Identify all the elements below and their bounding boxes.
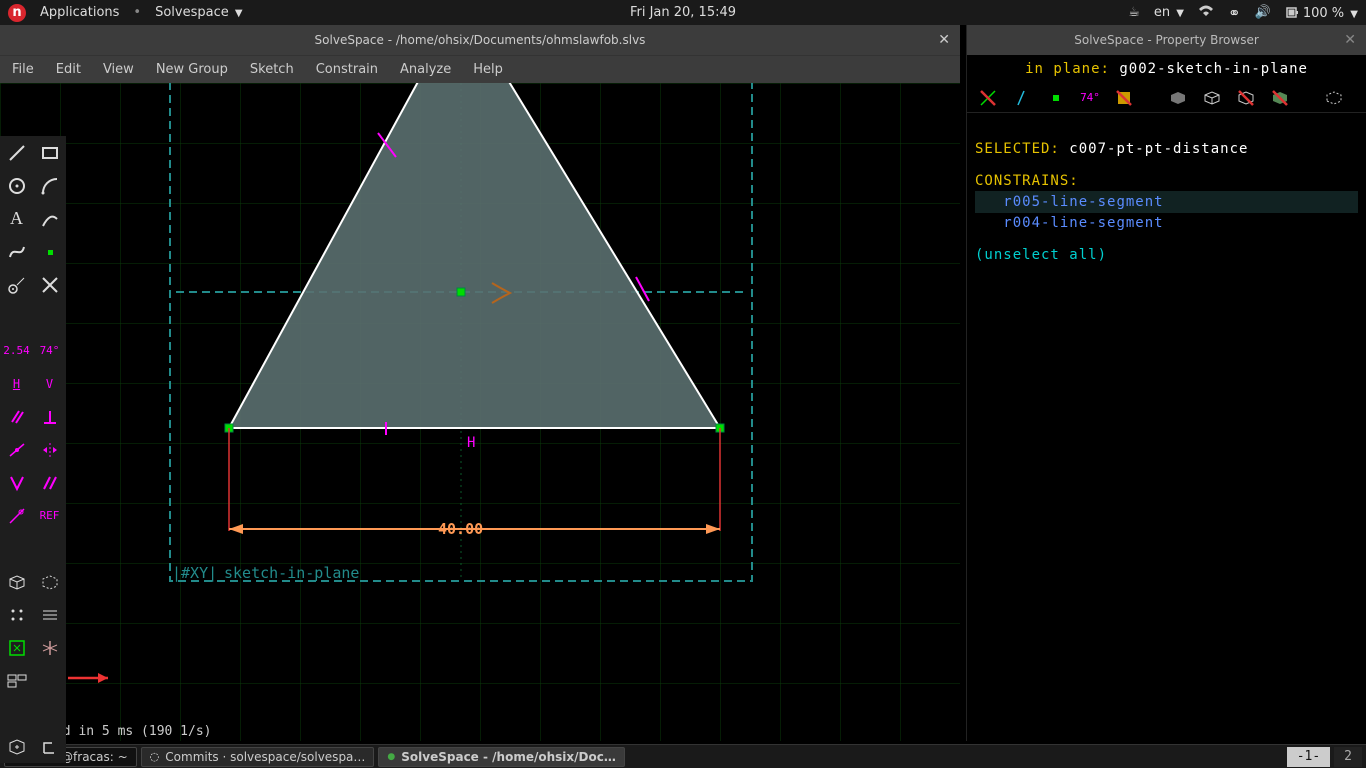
show-outlines-icon[interactable]	[1235, 87, 1257, 109]
menu-constrain[interactable]: Constrain	[316, 62, 378, 77]
solvespace-icon: ●	[387, 752, 395, 762]
show-shaded-icon[interactable]	[1167, 87, 1189, 109]
bluetooth-icon[interactable]: ⚭	[1228, 4, 1241, 22]
tool-workplane[interactable]	[0, 565, 33, 598]
show-workplanes-icon[interactable]	[1045, 87, 1067, 109]
wifi-icon[interactable]	[1198, 5, 1214, 21]
tool-point[interactable]	[33, 235, 66, 268]
workspace-1[interactable]: -1-	[1287, 747, 1330, 767]
menu-edit[interactable]: Edit	[56, 62, 81, 77]
tool-reference[interactable]: REF	[33, 499, 66, 532]
volume-icon[interactable]: 🔊	[1255, 5, 1271, 20]
close-icon[interactable]: ✕	[938, 32, 950, 48]
show-edges-icon[interactable]	[1201, 87, 1223, 109]
window-title-text: SolveSpace - /home/ohsix/Documents/ohmsl…	[315, 33, 646, 47]
workplane-xy-label: |#XY|	[172, 564, 217, 582]
separator-dot: •	[133, 5, 141, 20]
system-top-bar: n Applications • Solvespace ▼ Fri Jan 20…	[0, 0, 1366, 25]
tool-horizontal[interactable]: H	[0, 367, 33, 400]
menu-help[interactable]: Help	[473, 62, 503, 77]
tool-point-on[interactable]	[0, 433, 33, 466]
tool-text[interactable]: A	[0, 202, 33, 235]
show-faces-icon[interactable]	[1113, 87, 1135, 109]
in-plane-header: in plane: g002-sketch-in-plane	[967, 55, 1366, 83]
show-points-icon[interactable]	[977, 87, 999, 109]
show-mesh-icon[interactable]	[1269, 87, 1291, 109]
workspace-2[interactable]: 2	[1334, 747, 1362, 767]
tool-circle[interactable]	[0, 169, 33, 202]
tool-other-angle[interactable]	[0, 499, 33, 532]
tool-angle[interactable]: 74°	[33, 334, 66, 367]
property-toolbar: 74°	[967, 83, 1366, 113]
tool-show-hidden[interactable]	[33, 565, 66, 598]
tool-parallel[interactable]	[0, 400, 33, 433]
tool-vertical[interactable]: V	[33, 367, 66, 400]
tool-zoom-fit[interactable]	[0, 631, 33, 664]
menu-file[interactable]: File	[12, 62, 34, 77]
task-browser[interactable]: ◌ Commits · solvespace/solvespa…	[141, 747, 375, 767]
tool-tangent-arc[interactable]	[33, 202, 66, 235]
show-normals-icon[interactable]	[1011, 87, 1033, 109]
tool-line[interactable]	[0, 136, 33, 169]
menu-new-group[interactable]: New Group	[156, 62, 228, 77]
close-icon[interactable]: ✕	[1344, 32, 1356, 48]
tool-in-3d[interactable]	[33, 730, 66, 763]
show-hidden-lines-icon[interactable]	[1323, 87, 1345, 109]
github-icon: ◌	[150, 750, 160, 763]
tool-arc[interactable]	[33, 169, 66, 202]
tool-construction[interactable]	[0, 268, 33, 301]
tool-symmetric[interactable]	[33, 433, 66, 466]
activities-icon[interactable]: n	[8, 4, 26, 22]
menu-sketch[interactable]: Sketch	[250, 62, 294, 77]
constraint-line-segment-2[interactable]: r004-line-segment	[1003, 215, 1163, 231]
tool-perpendicular[interactable]	[33, 400, 66, 433]
bottom-taskbar: ▣ ohsix@fracas: ~ ◌ Commits · solvespace…	[0, 744, 1366, 768]
constrains-label: CONSTRAINS:	[975, 173, 1079, 189]
left-toolbar: A 2.54 74° H V REF	[0, 136, 66, 763]
tool-in-workplane[interactable]	[0, 730, 33, 763]
tool-split[interactable]	[33, 268, 66, 301]
tool-ortho[interactable]	[0, 664, 33, 697]
constraint-line-segment-1[interactable]: r005-line-segment	[1003, 194, 1163, 210]
tool-snap-grid[interactable]	[0, 598, 33, 631]
drawing-canvas[interactable]: H 40.00 |#XY| sketch-in-plane	[0, 83, 960, 741]
property-browser-window: SolveSpace - Property Browser ✕ in plane…	[966, 25, 1366, 741]
task-solvespace[interactable]: ● SolveSpace - /home/ohsix/Doc…	[378, 747, 624, 767]
coffee-icon[interactable]: ☕	[1128, 5, 1140, 20]
show-constraints-icon[interactable]: 74°	[1079, 87, 1101, 109]
tool-nearest-iso[interactable]	[33, 631, 66, 664]
tool-bezier[interactable]	[0, 235, 33, 268]
selected-label: SELECTED:	[975, 141, 1060, 157]
applications-menu[interactable]: Applications	[40, 5, 119, 20]
workplane-name-label: sketch-in-plane	[224, 564, 359, 582]
battery-indicator[interactable]: 100 % ▼	[1285, 5, 1358, 21]
unselect-all-link[interactable]: (unselect all)	[975, 247, 1107, 263]
tool-equal[interactable]	[0, 466, 33, 499]
property-browser-title-text: SolveSpace - Property Browser	[1074, 33, 1259, 47]
current-app-indicator[interactable]: Solvespace ▼	[155, 5, 243, 20]
tool-same-orientation[interactable]	[33, 466, 66, 499]
clock[interactable]: Fri Jan 20, 15:49	[630, 5, 736, 20]
menu-view[interactable]: View	[103, 62, 134, 77]
property-browser-titlebar[interactable]: SolveSpace - Property Browser ✕	[967, 25, 1366, 55]
property-browser-body: SELECTED: c007-pt-pt-distance CONSTRAINS…	[967, 113, 1366, 275]
selected-value: c007-pt-pt-distance	[1069, 141, 1248, 157]
language-indicator[interactable]: en ▼	[1154, 5, 1184, 20]
window-titlebar[interactable]: SolveSpace - /home/ohsix/Documents/ohmsl…	[0, 25, 960, 55]
horizontal-constraint-label: H	[467, 435, 475, 451]
menu-bar: File Edit View New Group Sketch Constrai…	[0, 55, 960, 83]
dimension-value[interactable]: 40.00	[438, 520, 483, 538]
menu-analyze[interactable]: Analyze	[400, 62, 451, 77]
tool-rectangle[interactable]	[33, 136, 66, 169]
tool-distance[interactable]: 2.54	[0, 334, 33, 367]
work-area: H 40.00 |#XY| sketch-in-plane	[0, 83, 960, 741]
tool-dimension-style[interactable]	[33, 598, 66, 631]
